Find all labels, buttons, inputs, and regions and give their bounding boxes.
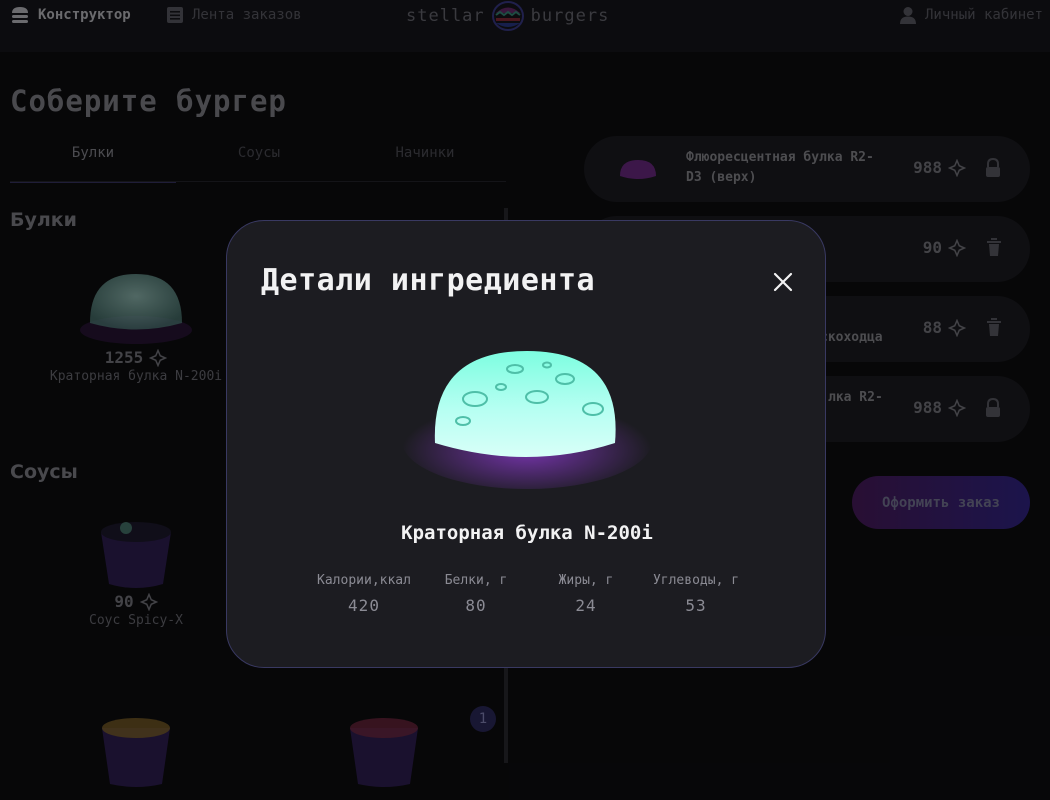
nutrition-value: 24 — [575, 596, 597, 615]
close-icon[interactable] — [771, 270, 795, 294]
nutrition-value: 80 — [465, 596, 487, 615]
crater-bun-image — [402, 351, 652, 489]
nutrition-value: 420 — [348, 596, 380, 615]
ingredient-details-modal: Детали ингредиента Краторная булка N-200… — [226, 220, 826, 668]
nutrition-carbohydrates: Углеводы, г 53 — [639, 573, 753, 615]
modal-title: Детали ингредиента — [261, 263, 596, 298]
nutrition-label: Углеводы, г — [652, 573, 740, 588]
nutrition-label: Белки, г — [444, 573, 508, 588]
nutrition-fats: Жиры, г 24 — [537, 573, 635, 615]
ingredient-name: Краторная булка N-200i — [401, 522, 653, 544]
nutrition-value: 53 — [685, 596, 707, 615]
nutrition-label: Калории,ккал — [317, 573, 411, 588]
nutrition-label: Жиры, г — [558, 573, 614, 588]
nutrition-calories: Калории,ккал 420 — [309, 573, 419, 615]
nutrition-proteins: Белки, г 80 — [427, 573, 525, 615]
